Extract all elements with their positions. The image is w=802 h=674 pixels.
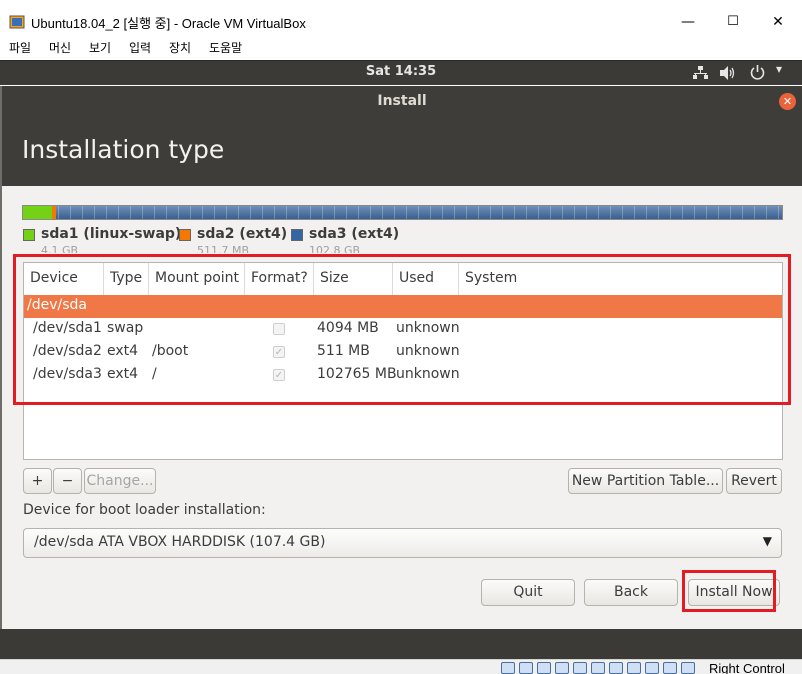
menu-machine[interactable]: 머신 (49, 39, 71, 56)
dropdown-arrow-icon: ▼ (762, 534, 772, 548)
legend-size: 4.1 GB (41, 244, 79, 253)
ubuntu-bottom-area (0, 629, 802, 659)
host-key-label: Right Control (709, 661, 785, 674)
chevron-down-icon[interactable]: ▾ (776, 62, 782, 76)
boot-loader-device-select[interactable]: /dev/sda ATA VBOX HARDDISK (107.4 GB) ▼ (23, 528, 782, 558)
boot-loader-label: Device for boot loader installation: (23, 502, 266, 518)
highlight-box-install-button (682, 570, 776, 612)
disk-bar-segment-sda1 (23, 206, 52, 219)
shared-folders-icon[interactable] (591, 662, 605, 674)
installer-header: Install ✕ Installation type (0, 86, 802, 186)
network-adapter-icon[interactable] (555, 662, 569, 674)
network-icon[interactable] (693, 66, 708, 80)
menu-help[interactable]: 도움말 (209, 39, 242, 56)
virtualbox-app-icon (9, 15, 25, 29)
hard-disk-icon[interactable] (501, 662, 515, 674)
audio-icon[interactable] (537, 662, 551, 674)
usb-icon[interactable] (573, 662, 587, 674)
legend-swatch (291, 229, 303, 241)
virtualbox-status-bar: Right Control (0, 659, 802, 674)
disk-usage-bar (22, 205, 783, 220)
highlight-box-table (13, 254, 791, 405)
quit-button[interactable]: Quit (481, 579, 575, 606)
menu-file[interactable]: 파일 (9, 39, 31, 56)
legend-size: 102.8 GB (309, 244, 361, 253)
display-icon[interactable] (609, 662, 623, 674)
maximize-button[interactable]: ☐ (718, 8, 748, 36)
legend-swatch (23, 229, 35, 241)
menu-devices[interactable]: 장치 (169, 39, 191, 56)
mouse-integration-icon[interactable] (663, 662, 677, 674)
installer-close-icon[interactable]: ✕ (779, 93, 796, 110)
video-capture-icon[interactable] (627, 662, 641, 674)
minimize-button[interactable]: — (673, 8, 703, 36)
keyboard-icon[interactable] (681, 662, 695, 674)
legend-name: sda1 (linux-swap) (41, 226, 182, 242)
legend-swatch (179, 229, 191, 241)
legend-size: 511.7 MB (197, 244, 250, 253)
add-partition-button[interactable]: + (23, 468, 52, 494)
boot-loader-device-value: /dev/sda ATA VBOX HARDDISK (107.4 GB) (34, 534, 326, 550)
menu-view[interactable]: 보기 (89, 39, 111, 56)
cpu-icon[interactable] (645, 662, 659, 674)
installer-window-title: Install (377, 93, 427, 109)
optical-drive-icon[interactable] (519, 662, 533, 674)
remove-partition-button[interactable]: − (53, 468, 82, 494)
host-window-title: Ubuntu18.04_2 [실행 중] - Oracle VM Virtual… (31, 16, 306, 31)
host-menu-bar: 파일 머신 보기 입력 장치 도움말 (0, 38, 802, 60)
installer-body: sda1 (linux-swap) 4.1 GB sda2 (ext4) 511… (0, 186, 802, 629)
page-title: Installation type (22, 135, 225, 164)
change-partition-button[interactable]: Change... (84, 468, 156, 494)
revert-button[interactable]: Revert (726, 468, 782, 494)
menu-input[interactable]: 입력 (129, 39, 151, 56)
ubuntu-top-panel: Sat 14:35 ▾ (0, 60, 802, 85)
volume-icon[interactable] (720, 66, 736, 80)
new-partition-table-button[interactable]: New Partition Table... (568, 468, 723, 494)
legend-name: sda3 (ext4) (309, 226, 400, 242)
power-icon[interactable] (750, 65, 765, 80)
back-button[interactable]: Back (584, 579, 678, 606)
panel-clock[interactable]: Sat 14:35 (0, 64, 802, 79)
legend-name: sda2 (ext4) (197, 226, 288, 242)
close-window-button[interactable]: ✕ (763, 8, 793, 36)
host-title-bar: Ubuntu18.04_2 [실행 중] - Oracle VM Virtual… (0, 0, 802, 40)
